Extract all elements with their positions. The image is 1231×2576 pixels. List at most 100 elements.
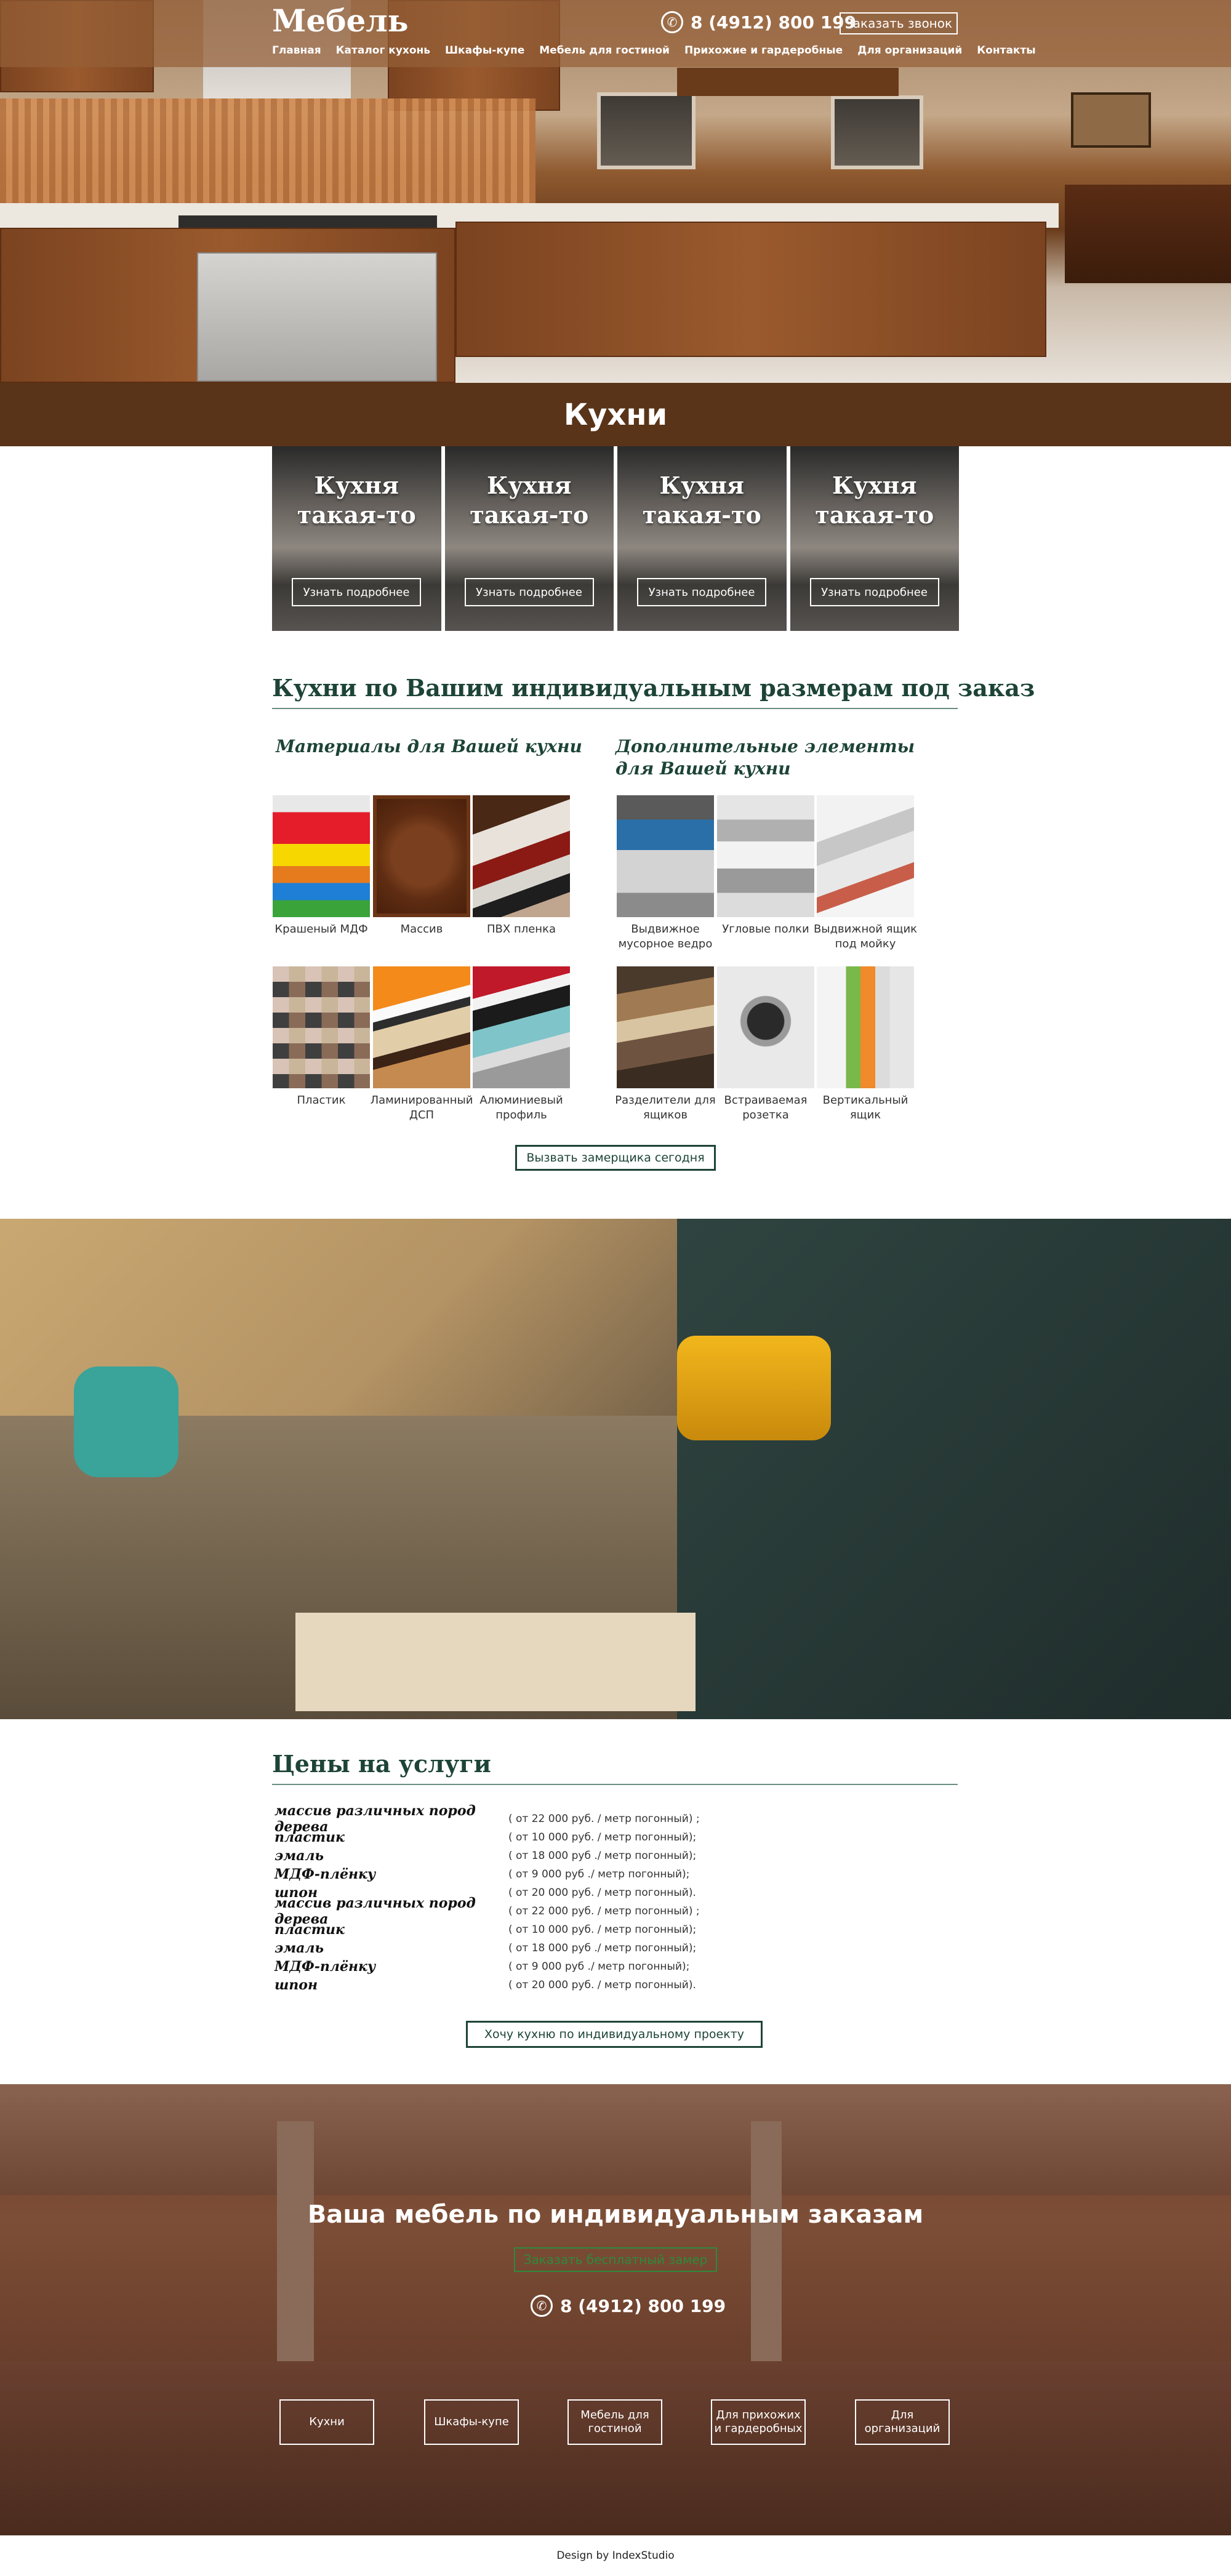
phone-icon: ✆ bbox=[531, 2295, 553, 2317]
price-row: массив различных пород дерева( от 22 000… bbox=[275, 1803, 700, 1835]
footer-phone[interactable]: ✆ 8 (4912) 800 199 bbox=[531, 2295, 726, 2317]
category-living-room-button[interactable]: Мебель для гостиной bbox=[567, 2399, 662, 2445]
category-wardrobes-button[interactable]: Шкафы-купе bbox=[424, 2399, 519, 2445]
material-caption: Крашеный МДФ bbox=[275, 923, 368, 936]
extra-drawer-dividers-image bbox=[617, 966, 714, 1088]
kitchen-card-title: Кухня bbox=[832, 471, 917, 499]
prices-title: Цены на услуги bbox=[272, 1750, 491, 1778]
section-divider bbox=[272, 708, 958, 709]
site-footer: Design by IndexStudio bbox=[0, 2535, 1231, 2576]
kitchen-card-subtitle: такая-то bbox=[815, 501, 934, 529]
router-tool bbox=[677, 1336, 831, 1440]
materials-title: Материалы для Вашей кухни bbox=[276, 736, 582, 756]
extras-title-line2: для Вашей кухни bbox=[616, 758, 791, 779]
extra-built-in-socket-image bbox=[717, 966, 814, 1088]
nav-item-wardrobes[interactable]: Шкафы-купе bbox=[445, 44, 524, 57]
design-credit[interactable]: Design by IndexStudio bbox=[556, 2550, 674, 2562]
section-divider bbox=[272, 1784, 958, 1785]
site-logo[interactable]: Мебель bbox=[272, 2, 409, 39]
hero-title: Кухни bbox=[563, 397, 668, 432]
material-aluminium-profile-image bbox=[473, 966, 570, 1088]
header-phone[interactable]: ✆ 8 (4912) 800 199 bbox=[661, 11, 856, 33]
kitchen-cards: Кухня такая-то Узнать подробнее Кухня така… bbox=[272, 446, 959, 631]
nav-item-hallways[interactable]: Прихожие и гардеробные bbox=[684, 44, 843, 57]
worker-figure bbox=[677, 1219, 1231, 1719]
extra-caption: Вертикальный ящик bbox=[822, 1094, 908, 1121]
category-hallways-button[interactable]: Для прихожих и гардеробных bbox=[711, 2399, 806, 2445]
kitchen-card-more-button[interactable]: Узнать подробнее bbox=[809, 578, 939, 606]
price-value: ( от 20 000 руб. / метр погонный). bbox=[508, 1887, 696, 1899]
material-caption: Ламинированный ДСП bbox=[370, 1094, 473, 1121]
individual-project-button[interactable]: Хочу кухню по индивидуальному проекту bbox=[466, 2021, 763, 2048]
material-painted-mdf-image bbox=[273, 795, 370, 917]
extras-title: Дополнительные элементы для Вашей кухни bbox=[616, 736, 915, 780]
price-row: МДФ-плёнку ( от 9 000 руб ./ метр погонны… bbox=[275, 1957, 700, 1976]
kitchen-card-subtitle: такая-то bbox=[470, 501, 589, 529]
nav-item-living-room[interactable]: Мебель для гостиной bbox=[539, 44, 670, 57]
call-request-button[interactable]: Заказать звонок bbox=[840, 12, 958, 34]
price-row: шпон ( от 20 000 руб. / метр погонный). bbox=[275, 1976, 700, 1994]
price-list: массив различных пород дерева( от 22 000… bbox=[275, 1803, 700, 1994]
hero-dining-table bbox=[1065, 185, 1231, 283]
price-value: ( от 18 000 руб ./ метр погонный); bbox=[508, 1942, 697, 1954]
kitchen-card-more-button[interactable]: Узнать подробнее bbox=[464, 578, 594, 606]
price-row: пластик ( от 10 000 руб. / метр погонный)… bbox=[275, 1828, 700, 1847]
extra-caption: Угловые полки bbox=[722, 923, 809, 936]
kitchen-card-title: Кухня bbox=[487, 471, 572, 499]
price-name: эмаль bbox=[275, 1940, 324, 1956]
price-row: эмаль ( от 18 000 руб ./ метр погонный); bbox=[275, 1939, 700, 1957]
price-value: ( от 9 000 руб ./ метр погонный); bbox=[508, 1960, 690, 1973]
nav-item-kitchens[interactable]: Каталог кухонь bbox=[336, 44, 430, 57]
kitchen-card[interactable]: Кухня такая-то Узнать подробнее bbox=[790, 446, 959, 631]
price-value: ( от 18 000 руб ./ метр погонный); bbox=[508, 1850, 697, 1862]
kitchen-card-more-button[interactable]: Узнать подробнее bbox=[637, 578, 766, 606]
hero-window bbox=[831, 95, 923, 169]
wood-board bbox=[295, 1613, 696, 1711]
kitchen-card-more-button[interactable]: Узнать подробнее bbox=[292, 578, 421, 606]
extras-title-line1: Дополнительные элементы bbox=[616, 736, 915, 756]
site-header: Мебель ✆ 8 (4912) 800 199 Заказать звоно… bbox=[0, 0, 1231, 67]
kitchen-card[interactable]: Кухня такая-то Узнать подробнее bbox=[444, 446, 614, 631]
extra-sink-drawer-image bbox=[817, 795, 914, 917]
price-value: ( от 22 000 руб. / метр погонный) ; bbox=[508, 1905, 700, 1917]
material-caption: Массив bbox=[400, 923, 443, 936]
price-name: пластик bbox=[275, 1922, 345, 1938]
price-value: ( от 10 000 руб. / метр погонный); bbox=[508, 1924, 697, 1936]
extra-caption: Выдвижной ящик под мойку bbox=[813, 923, 918, 950]
price-row: массив различных пород дерева( от 22 000… bbox=[275, 1895, 700, 1927]
factory-ceiling bbox=[0, 2084, 1231, 2195]
extra-caption: Встраиваемая розетка bbox=[724, 1094, 808, 1121]
price-name: МДФ-плёнку bbox=[275, 1866, 376, 1882]
kitchen-card[interactable]: Кухня такая-то Узнать подробнее bbox=[272, 446, 441, 631]
price-name: пластик bbox=[275, 1829, 345, 1845]
material-caption: Алюминиевый профиль bbox=[479, 1094, 563, 1121]
kitchen-card-title: Кухня bbox=[659, 471, 744, 499]
footer-title: Ваша мебель по индивидуальным заказам bbox=[307, 2201, 924, 2229]
material-plastic-image bbox=[273, 966, 370, 1088]
kitchen-card[interactable]: Кухня такая-то Узнать подробнее bbox=[617, 446, 787, 631]
hero-window bbox=[597, 92, 696, 169]
extra-vertical-drawer-image bbox=[817, 966, 914, 1088]
call-measurer-button[interactable]: Вызвать замерщика сегодня bbox=[515, 1145, 716, 1171]
workshop-image bbox=[0, 1219, 1231, 1719]
price-name: МДФ-плёнку bbox=[275, 1959, 376, 1975]
price-name: эмаль bbox=[275, 1848, 324, 1864]
material-solid-wood-image bbox=[373, 795, 470, 917]
category-organizations-button[interactable]: Для организаций bbox=[855, 2399, 950, 2445]
kitchen-card-title: Кухня bbox=[314, 471, 399, 499]
free-measure-button[interactable]: Заказать бесплатный замер bbox=[514, 2247, 717, 2272]
header-phone-number: 8 (4912) 800 199 bbox=[691, 12, 857, 33]
main-nav: Главная Каталог кухонь Шкафы-купе Мебель… bbox=[272, 44, 1036, 57]
material-caption: ПВХ пленка bbox=[487, 923, 556, 936]
footer-phone-number: 8 (4912) 800 199 bbox=[560, 2295, 726, 2316]
category-kitchens-button[interactable]: Кухни bbox=[279, 2399, 374, 2445]
hero-wall-picture bbox=[1071, 92, 1151, 148]
price-row: эмаль ( от 18 000 руб ./ метр погонный); bbox=[275, 1847, 700, 1865]
nav-item-home[interactable]: Главная bbox=[272, 44, 321, 57]
jar-object bbox=[74, 1366, 178, 1477]
hero-valance bbox=[677, 68, 899, 96]
nav-item-contacts[interactable]: Контакты bbox=[977, 44, 1035, 57]
price-value: ( от 9 000 руб ./ метр погонный); bbox=[508, 1868, 690, 1880]
nav-item-organizations[interactable]: Для организаций bbox=[857, 44, 962, 57]
custom-section-title: Кухни по Вашим индивидуальным размерам п… bbox=[272, 674, 1035, 702]
